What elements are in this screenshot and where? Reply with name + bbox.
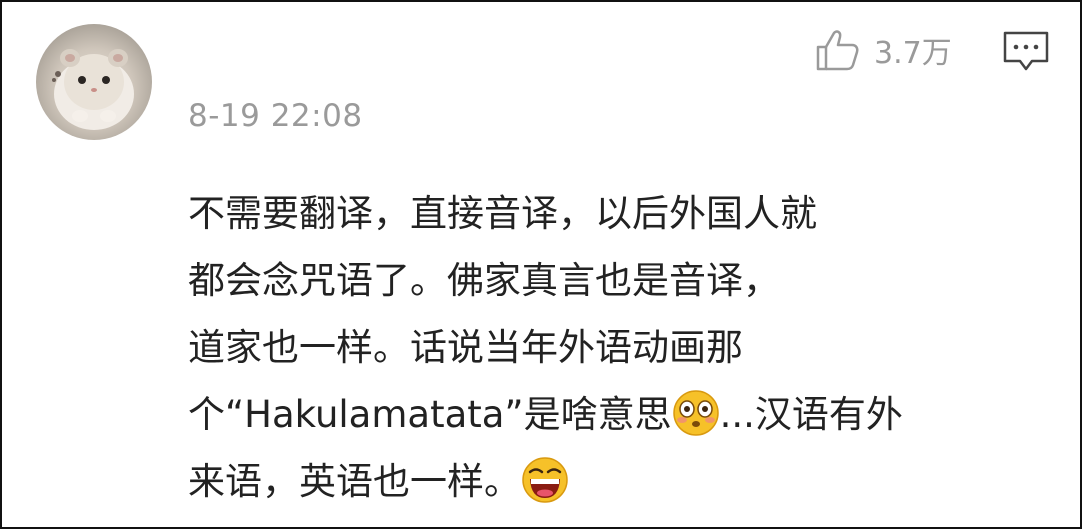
like-count: 3.7万 (874, 36, 952, 71)
comment-line: 来语，英语也一样。 (188, 448, 1048, 515)
comment-text: 来语，英语也一样。 (188, 460, 521, 503)
reply-button[interactable] (1002, 30, 1050, 74)
comment-line: 不需要翻译，直接音译，以后外国人就 (188, 180, 1048, 247)
laughing-face-emoji-icon (522, 457, 568, 503)
comment-text: 道家也一样。话说当年外语动画那 (188, 326, 743, 369)
comment-line: 个“Hakulamatata”是啥意思 ...汉语有外 (188, 381, 1048, 448)
user-avatar[interactable] (36, 24, 152, 140)
like-button[interactable]: 3.7万 (814, 26, 952, 74)
comment-line: 道家也一样。话说当年外语动画那 (188, 314, 1048, 381)
flushed-face-emoji-icon (672, 390, 719, 436)
comment-text: 不需要翻译，直接音译，以后外国人就 (188, 192, 817, 235)
comment-body: 不需要翻译，直接音译，以后外国人就 都会念咒语了。佛家真言也是音译， 道家也一样… (188, 180, 1048, 515)
thumbs-up-icon (816, 30, 859, 71)
comment-line: 都会念咒语了。佛家真言也是音译， (188, 247, 1048, 314)
comment-text: ...汉语有外 (719, 393, 903, 436)
comment-text: 都会念咒语了。佛家真言也是音译， (188, 259, 780, 302)
comment-card: 8-19 22:08 3.7万 不需要翻译，直接音译，以后外国人就 都会念咒语了… (0, 0, 1082, 529)
comment-bubble-icon (1003, 31, 1049, 71)
comment-text: 个“Hakulamatata”是啥意思 (188, 393, 672, 436)
hamster-avatar-icon (52, 49, 134, 130)
comment-timestamp: 8-19 22:08 (188, 98, 363, 134)
